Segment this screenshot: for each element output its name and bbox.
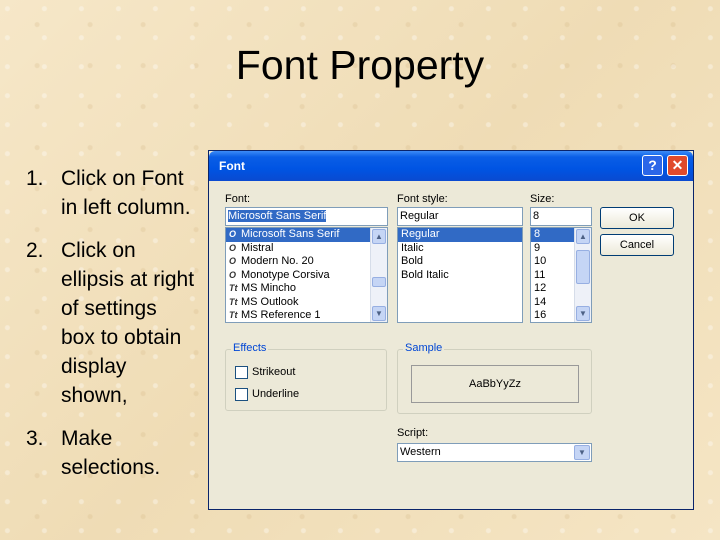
- font-style-listbox[interactable]: Regular Italic Bold Bold Italic: [397, 227, 523, 323]
- size-value: 8: [533, 210, 540, 222]
- underline-label: Underline: [252, 388, 300, 400]
- font-style-label: Font style:: [397, 193, 448, 205]
- font-list-scrollbar[interactable]: ▲ ▼: [370, 228, 387, 322]
- step-number: 1.: [26, 167, 44, 190]
- scroll-up-icon[interactable]: ▲: [372, 229, 386, 244]
- list-item-label: 10: [534, 255, 547, 267]
- font-listbox[interactable]: O Microsoft Sans Serif O Mistral O Modern No.…: [225, 227, 388, 323]
- scroll-down-icon[interactable]: ▼: [576, 306, 590, 321]
- list-item-label: Modern No. 20: [241, 255, 314, 267]
- chevron-down-icon[interactable]: ▼: [574, 445, 590, 460]
- list-item[interactable]: Tt MS Mincho: [226, 282, 387, 296]
- list-item[interactable]: Bold: [398, 255, 522, 269]
- list-item[interactable]: Tt MS Reference 1: [226, 309, 387, 322]
- script-select[interactable]: Western ▼: [397, 443, 592, 462]
- font-style-value: Regular: [400, 210, 439, 222]
- effects-label: Effects: [231, 342, 269, 354]
- opentype-font-icon: O: [229, 242, 237, 253]
- strikeout-checkbox[interactable]: [235, 366, 248, 379]
- step-text: Make selections.: [61, 427, 161, 479]
- slide-title: Font Property: [235, 42, 485, 88]
- list-item-label: Bold Italic: [401, 268, 449, 281]
- size-list-scrollbar[interactable]: ▲ ▼: [574, 228, 591, 322]
- list-item: 3. Make selections.: [26, 424, 196, 482]
- font-label: Font:: [225, 193, 251, 205]
- list-item[interactable]: O Microsoft Sans Serif: [226, 228, 387, 242]
- script-value: Western: [400, 446, 441, 458]
- sample-label: Sample: [403, 342, 445, 354]
- list-item[interactable]: Tt MS Outlook: [226, 296, 387, 310]
- truetype-font-icon: Tt: [229, 296, 238, 307]
- list-item-label: Monotype Corsiva: [241, 268, 330, 281]
- ok-button[interactable]: OK: [600, 207, 674, 229]
- step-text: Click on ellipsis at right of settings b…: [61, 239, 195, 407]
- step-number: 3.: [26, 427, 44, 450]
- cancel-button[interactable]: Cancel: [600, 234, 674, 256]
- list-item-label: Bold: [401, 255, 424, 267]
- font-style-input[interactable]: Regular: [397, 207, 523, 226]
- size-input[interactable]: 8: [530, 207, 592, 226]
- list-item-label: MS Outlook: [241, 295, 299, 308]
- dialog-title: Font: [219, 159, 245, 173]
- list-item-label: Italic: [401, 241, 424, 254]
- list-item-label: 16: [534, 309, 547, 321]
- scroll-thumb[interactable]: [372, 277, 386, 287]
- list-item[interactable]: Bold Italic: [398, 269, 522, 283]
- scroll-down-icon[interactable]: ▼: [372, 306, 386, 321]
- close-icon[interactable]: ✕: [667, 155, 688, 176]
- step-text: Click on Font in left column.: [61, 167, 191, 219]
- dialog-titlebar[interactable]: Font ? ✕: [209, 151, 693, 181]
- list-item-label: 9: [534, 241, 541, 254]
- list-item: 2. Click on ellipsis at right of settings…: [26, 236, 196, 410]
- font-name-input[interactable]: Microsoft Sans Serif: [225, 207, 388, 226]
- scroll-thumb[interactable]: [576, 250, 590, 284]
- font-name-value: Microsoft Sans Serif: [228, 210, 327, 222]
- list-item[interactable]: Italic: [398, 242, 522, 256]
- list-item-label: 8: [534, 228, 541, 240]
- list-item-label: Regular: [401, 228, 440, 240]
- size-label: Size:: [530, 193, 555, 205]
- scroll-up-icon[interactable]: ▲: [576, 229, 590, 244]
- list-item-label: 14: [534, 295, 547, 308]
- sample-preview: AaBbYyZz: [411, 365, 579, 403]
- list-item-label: Mistral: [241, 241, 274, 254]
- size-listbox[interactable]: 8 9 10 11 12 14 16 ▲ ▼: [530, 227, 592, 323]
- opentype-font-icon: O: [229, 269, 237, 280]
- truetype-font-icon: Tt: [229, 283, 238, 293]
- help-icon[interactable]: ?: [642, 155, 663, 176]
- list-item[interactable]: O Mistral: [226, 242, 387, 256]
- opentype-font-icon: O: [229, 229, 237, 239]
- instruction-list: 1. Click on Font in left column. 2. Click …: [26, 164, 196, 496]
- list-item-label: 12: [534, 282, 547, 294]
- underline-checkbox[interactable]: [235, 388, 248, 401]
- list-item[interactable]: O Modern No. 20: [226, 255, 387, 269]
- list-item[interactable]: Regular: [398, 228, 522, 242]
- effects-group: Effects: [225, 342, 387, 411]
- opentype-font-icon: O: [229, 256, 237, 266]
- list-item-label: MS Mincho: [241, 282, 297, 294]
- step-number: 2.: [26, 239, 44, 262]
- strikeout-label: Strikeout: [252, 366, 296, 378]
- list-item-label: MS Reference 1: [241, 309, 321, 321]
- list-item: 1. Click on Font in left column.: [26, 164, 196, 222]
- script-label: Script:: [397, 427, 429, 439]
- font-dialog: Font ? ✕ Font: Microsoft Sans Serif O Mic…: [208, 150, 694, 510]
- list-item[interactable]: O Monotype Corsiva: [226, 269, 387, 283]
- list-item-label: Microsoft Sans Serif: [241, 228, 340, 240]
- list-item-label: 11: [534, 268, 546, 281]
- truetype-font-icon: Tt: [229, 310, 238, 320]
